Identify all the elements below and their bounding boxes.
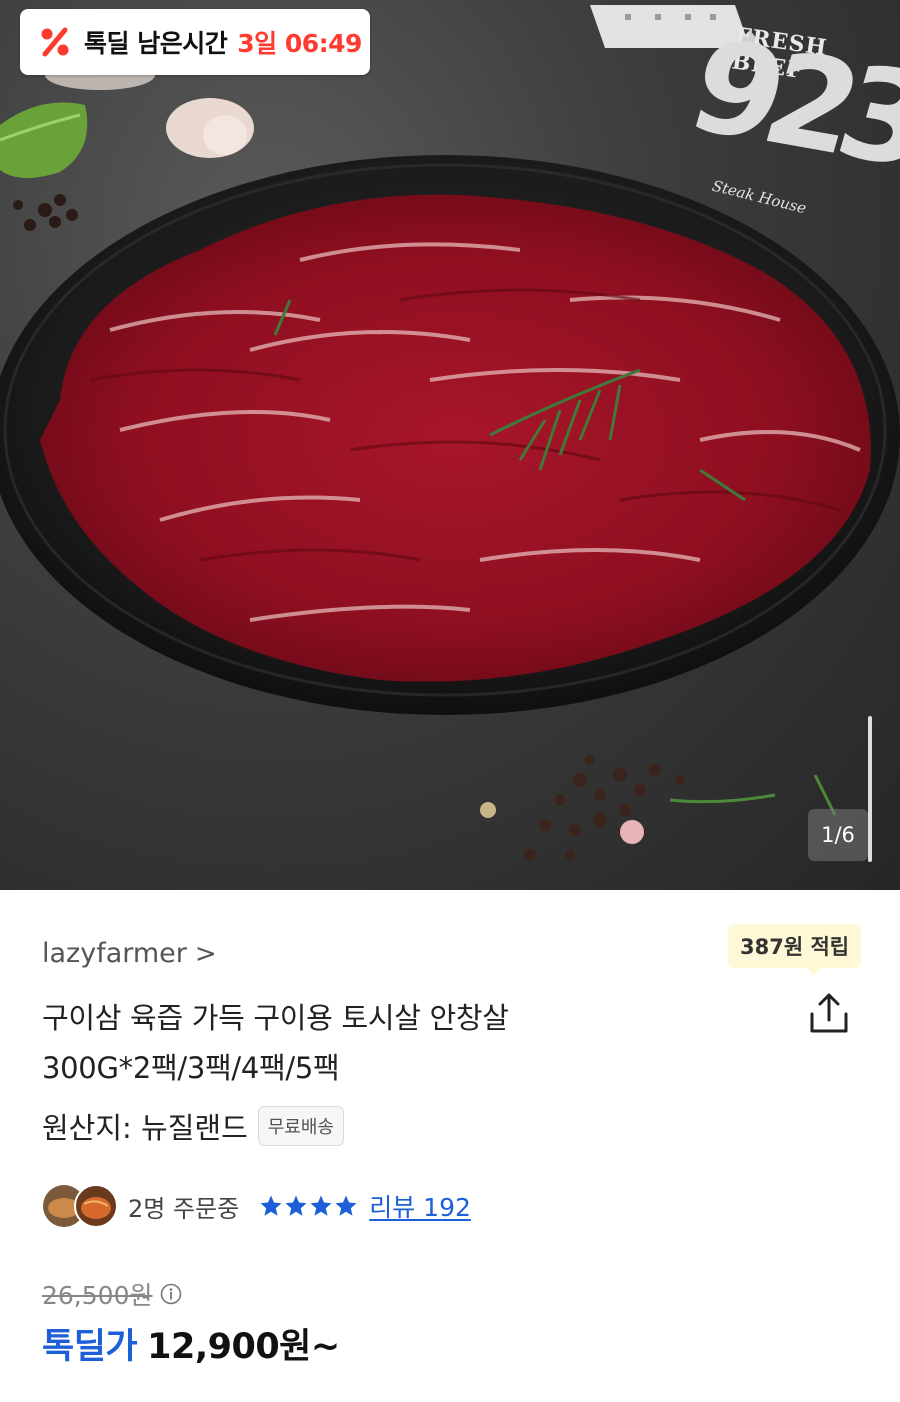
share-icon[interactable] <box>806 990 852 1036</box>
star-icon <box>285 1195 307 1216</box>
deal-price-label: 톡딜가 <box>42 1327 138 1367</box>
chevron-right-icon: > <box>194 938 217 969</box>
points-tooltip: 387원 적립 <box>728 924 862 976</box>
product-image-carousel[interactable]: 톡딜 남은시간 3일 06:49 FRESH BEEF 923 Steak Ho… <box>0 0 900 890</box>
free-shipping-tag: 무료배송 <box>257 1106 344 1146</box>
rating-stars <box>259 1194 359 1218</box>
scrollbar[interactable] <box>868 716 872 862</box>
star-icon <box>335 1195 357 1216</box>
deal-timer-label: 톡딜 남은시간 <box>84 29 228 58</box>
original-price-row: 26,500원 <box>42 1276 182 1312</box>
deal-price-row: 톡딜가 12,900원~ <box>42 1318 340 1369</box>
logo-number-text: 923 <box>674 11 900 196</box>
orders-in-progress: 2명 주문중 <box>128 1194 240 1223</box>
seller-link[interactable]: lazyfarmer > <box>42 938 217 969</box>
activity-row: 2명 주문중 리뷰 192 <box>42 1184 471 1228</box>
product-title: 구이삼 육즙 가득 구이용 토시살 안창살 300G*2팩/3팩/4팩/5팩 <box>42 993 762 1093</box>
star-icon <box>310 1195 332 1216</box>
product-origin: 원산지: 뉴질랜드 <box>42 1111 248 1145</box>
buyer-avatars <box>43 1184 118 1228</box>
image-page-indicator: 1/6 <box>808 809 868 861</box>
percent-icon <box>41 27 69 57</box>
brand-logo: FRESH BEEF 923 Steak House <box>585 0 900 240</box>
info-icon[interactable] <box>160 1283 182 1305</box>
deal-timer-value: 3일 06:49 <box>237 29 362 58</box>
deal-timer-badge: 톡딜 남은시간 3일 06:49 <box>20 9 370 75</box>
origin-row: 원산지: 뉴질랜드 무료배송 <box>42 1105 344 1147</box>
review-count-link[interactable]: 리뷰 192 <box>369 1188 471 1224</box>
product-title-line-1: 구이삼 육즙 가득 구이용 토시살 안창살 <box>42 1001 509 1035</box>
deal-price-value: 12,900원~ <box>147 1327 340 1367</box>
product-title-line-2: 300G*2팩/3팩/4팩/5팩 <box>42 1051 340 1085</box>
star-icon <box>260 1195 282 1216</box>
original-price: 26,500원 <box>42 1281 153 1310</box>
seller-name: lazyfarmer <box>42 938 187 969</box>
